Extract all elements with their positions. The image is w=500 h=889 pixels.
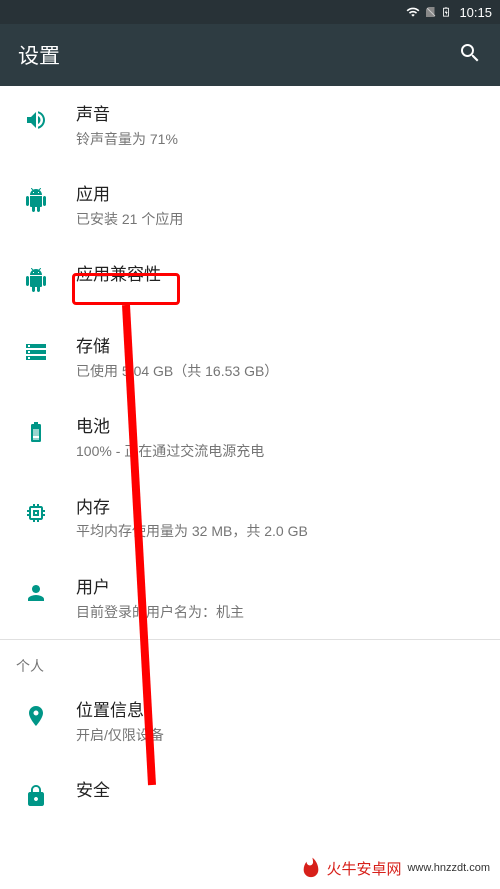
app-bar: 设置 (0, 24, 500, 86)
item-subtitle: 100% - 正在通过交流电源充电 (76, 442, 484, 460)
list-item[interactable]: 安全 (0, 762, 500, 834)
list-item[interactable]: 用户 目前登录的用户名为：机主 (0, 559, 500, 639)
flame-icon (300, 857, 322, 879)
status-bar: 10:15 (0, 0, 500, 24)
battery-icon (24, 416, 76, 444)
settings-list: 声音 铃声音量为 71% 应用 已安装 21 个应用 应用兼容性 存储 已使用 … (0, 86, 500, 834)
location-icon (24, 700, 76, 728)
item-subtitle: 平均内存使用量为 32 MB，共 2.0 GB (76, 522, 484, 540)
volume-icon (24, 104, 76, 132)
battery-charging-icon (441, 4, 451, 20)
item-subtitle: 已安装 21 个应用 (76, 210, 484, 228)
item-title: 存储 (76, 336, 484, 359)
item-title: 内存 (76, 497, 484, 520)
list-item[interactable]: 电池 100% - 正在通过交流电源充电 (0, 398, 500, 478)
list-item[interactable]: 应用 已安装 21 个应用 (0, 166, 500, 246)
item-subtitle: 已使用 5.04 GB（共 16.53 GB） (76, 362, 484, 380)
item-title: 用户 (76, 577, 484, 600)
watermark-url: www.hnzzdt.com (407, 862, 490, 874)
item-subtitle: 开启/仅限设备 (76, 726, 484, 744)
android-icon (24, 184, 76, 212)
item-subtitle: 目前登录的用户名为：机主 (76, 603, 484, 621)
sim-icon (425, 5, 437, 19)
item-title: 应用兼容性 (76, 264, 484, 287)
wifi-icon (405, 5, 421, 19)
list-item[interactable]: 存储 已使用 5.04 GB（共 16.53 GB） (0, 318, 500, 398)
android-icon (24, 264, 76, 292)
status-time: 10:15 (459, 5, 492, 20)
list-item[interactable]: 内存 平均内存使用量为 32 MB，共 2.0 GB (0, 479, 500, 559)
item-title: 应用 (76, 184, 484, 207)
search-icon[interactable] (458, 41, 482, 70)
item-title: 声音 (76, 104, 484, 127)
watermark-brand: 火牛安卓网 (326, 858, 401, 879)
lock-icon (24, 780, 76, 808)
section-header: 个人 (0, 640, 500, 682)
item-title: 电池 (76, 416, 484, 439)
memory-icon (24, 497, 76, 525)
item-subtitle: 铃声音量为 71% (76, 130, 484, 148)
list-item[interactable]: 声音 铃声音量为 71% (0, 86, 500, 166)
watermark: 火牛安卓网 www.hnzzdt.com (300, 857, 490, 879)
page-title: 设置 (18, 40, 60, 70)
storage-icon (24, 336, 76, 364)
item-title: 安全 (76, 780, 484, 803)
list-item[interactable]: 位置信息 开启/仅限设备 (0, 682, 500, 762)
list-item[interactable]: 应用兼容性 (0, 246, 500, 318)
person-icon (24, 577, 76, 605)
item-title: 位置信息 (76, 700, 484, 723)
